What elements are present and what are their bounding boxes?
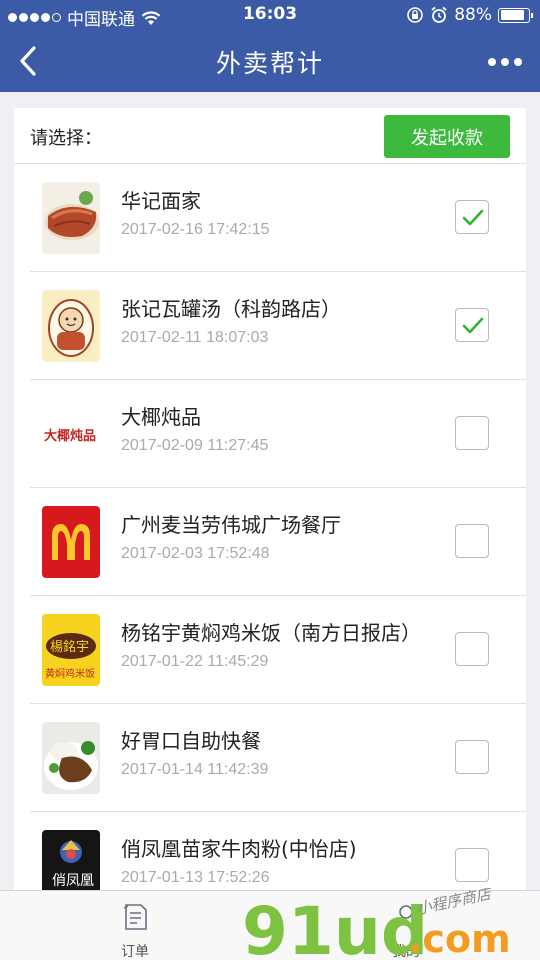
merchant-list-card: 请选择： 发起收款 华记面家 2017-02-16 17:42:15 张记瓦罐汤… bbox=[14, 108, 526, 908]
choose-label: 请选择： bbox=[30, 128, 102, 149]
logo-text-yangmingyu: 楊銘宇 bbox=[50, 639, 89, 655]
page-title: 外卖帮计 bbox=[215, 49, 324, 78]
select-checkbox[interactable] bbox=[455, 524, 489, 558]
shop-time: 2017-01-22 11:45:29 bbox=[121, 653, 269, 670]
shop-name: 广州麦当劳伟城广场餐厅 bbox=[121, 513, 341, 537]
shop-name: 大椰炖品 bbox=[121, 405, 201, 429]
select-checkbox[interactable] bbox=[455, 632, 489, 666]
select-checkbox[interactable] bbox=[455, 200, 489, 234]
shop-name: 俏凤凰苗家牛肉粉(中怡店) bbox=[121, 837, 357, 861]
more-dots-icon[interactable] bbox=[488, 58, 522, 66]
alarm-icon bbox=[431, 6, 447, 23]
order-list-icon bbox=[123, 904, 147, 930]
logo-subtext-yangmingyu: 黄焖鸡米饭 bbox=[45, 667, 95, 680]
start-payment-button[interactable]: 发起收款 bbox=[384, 115, 510, 158]
list-item[interactable]: 广州麦当劳伟城广场餐厅 2017-02-03 17:52:48 bbox=[30, 488, 526, 596]
logo-text-dayei: 大椰炖品 bbox=[44, 428, 96, 444]
battery-percent: 88% bbox=[454, 5, 492, 25]
shop-name: 好胃口自助快餐 bbox=[121, 729, 261, 753]
battery-icon bbox=[498, 7, 533, 23]
tab-mine[interactable]: 我的 bbox=[366, 901, 446, 960]
tab-bar: 订单 我的 bbox=[0, 890, 540, 960]
shop-time: 2017-01-13 17:52:26 bbox=[121, 869, 270, 886]
merchant-logo-roast-meat bbox=[42, 182, 100, 254]
shop-name: 华记面家 bbox=[121, 189, 201, 213]
shop-time: 2017-02-09 11:27:45 bbox=[121, 437, 269, 454]
orientation-lock-icon bbox=[407, 7, 424, 23]
select-checkbox[interactable] bbox=[455, 308, 489, 342]
status-right: 88% bbox=[406, 5, 533, 25]
user-icon bbox=[394, 905, 418, 931]
mcdonalds-logo bbox=[42, 506, 100, 578]
tab-orders[interactable]: 订单 bbox=[95, 901, 175, 960]
merchant-logo-yangmingyu: 楊銘宇 黄焖鸡米饭 bbox=[42, 614, 100, 686]
tab-label-mine: 我的 bbox=[392, 944, 420, 960]
list-item[interactable]: 大椰炖品 大椰炖品 2017-02-09 11:27:45 bbox=[30, 380, 526, 488]
select-checkbox[interactable] bbox=[455, 848, 489, 882]
select-checkbox[interactable] bbox=[455, 416, 489, 450]
list-item[interactable]: 好胃口自助快餐 2017-01-14 11:42:39 bbox=[30, 704, 526, 812]
list-item[interactable]: 楊銘宇 黄焖鸡米饭 杨铭宇黄焖鸡米饭（南方日报店） 2017-01-22 11:… bbox=[30, 596, 526, 704]
shop-time: 2017-02-11 18:07:03 bbox=[121, 329, 269, 346]
shop-time: 2017-02-03 17:52:48 bbox=[121, 545, 270, 562]
select-checkbox[interactable] bbox=[455, 740, 489, 774]
list-item[interactable]: 张记瓦罐汤（科韵路店） 2017-02-11 18:07:03 bbox=[30, 272, 526, 380]
battery-fill bbox=[500, 10, 525, 20]
shop-time: 2017-01-14 11:42:39 bbox=[121, 761, 269, 778]
shop-name: 杨铭宇黄焖鸡米饭（南方日报店） bbox=[121, 621, 421, 645]
nav-bar: 外卖帮计 bbox=[0, 30, 540, 92]
merchant-logo-clay-pot bbox=[42, 290, 100, 362]
merchant-logo-food-plate bbox=[42, 722, 100, 794]
tab-label-orders: 订单 bbox=[121, 944, 149, 960]
list-item[interactable]: 华记面家 2017-02-16 17:42:15 bbox=[30, 164, 526, 272]
shop-time: 2017-02-16 17:42:15 bbox=[121, 221, 270, 238]
logo-text-qiaofenghuang: 俏凤凰 bbox=[52, 873, 94, 889]
card-header: 请选择： 发起收款 bbox=[14, 108, 526, 164]
status-bar: 中国联通 16:03 88% bbox=[0, 0, 540, 30]
shop-name: 张记瓦罐汤（科韵路店） bbox=[121, 297, 341, 321]
merchant-logo-dayei: 大椰炖品 bbox=[42, 398, 100, 470]
